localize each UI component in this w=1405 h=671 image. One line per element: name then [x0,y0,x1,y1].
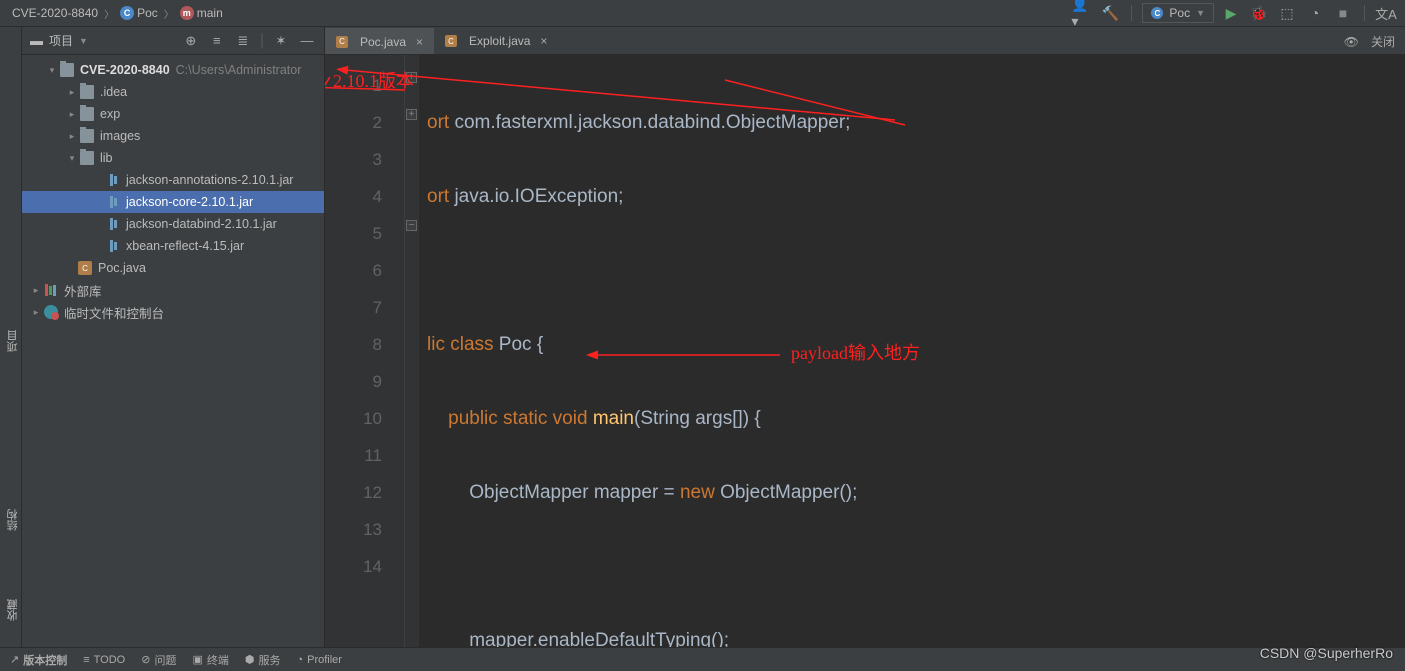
expand-icon[interactable]: ▸ [66,108,78,120]
stop-icon[interactable]: ■ [1332,2,1354,24]
folder-icon [80,107,94,121]
tree-folder-idea[interactable]: ▸.idea [22,81,324,103]
fold-gutter: + + − [405,55,419,647]
project-tool-tab[interactable]: 项目 [5,330,21,352]
run-config-selector[interactable]: C Poc ▼ [1142,3,1214,23]
java-icon: C [78,261,92,275]
fold-icon[interactable]: + [406,109,417,120]
jar-icon [106,195,120,209]
fold-icon[interactable]: + [406,72,417,83]
terminal-tool[interactable]: ▣ 终端 [192,652,228,668]
chevron-icon: 〉 [164,6,174,21]
separator [1364,5,1365,21]
tree-scratches[interactable]: ▸临时文件和控制台 [22,301,324,323]
structure-tool-tab[interactable]: 结构 [5,509,21,531]
toolbar: 👤▾ 🔨 C Poc ▼ ▶ 🐞 ⬚ ◔ ■ 文A [1071,2,1397,24]
main-layout: 项目 结构 收藏 ▬ 项目 ▼ ⊕ ≡ ≣ | ✶ — ▾CVE-2020-88… [0,27,1405,647]
breadcrumb-project[interactable]: CVE-2020-8840 [8,4,102,22]
debug-icon[interactable]: 🐞 [1248,2,1270,24]
jar-icon [106,173,120,187]
jar-icon [106,217,120,231]
folder-icon [80,85,94,99]
profiler-tool[interactable]: ◔ Profiler [296,654,342,666]
java-icon: C [445,35,457,47]
breadcrumb: CVE-2020-8840 〉 CPoc 〉 mmain [8,4,227,22]
libraries-icon [44,283,58,297]
class-icon: C [120,6,134,20]
tab-exploit[interactable]: C Exploit.java × [434,28,558,54]
java-icon: C [336,36,348,48]
navigation-bar: CVE-2020-8840 〉 CPoc 〉 mmain 👤▾ 🔨 C Poc … [0,0,1405,27]
folder-icon [80,151,94,165]
class-icon: C [1151,7,1163,19]
tree-jar-selected[interactable]: jackson-core-2.10.1.jar [22,191,324,213]
panel-title-group[interactable]: ▬ 项目 ▼ [30,32,88,49]
tree-jar[interactable]: xbean-reflect-4.15.jar [22,235,324,257]
todo-tool[interactable]: ≡ TODO [83,654,125,666]
translate-icon[interactable]: 文A [1375,2,1397,24]
hide-icon[interactable]: — [298,32,316,50]
breadcrumb-method[interactable]: mmain [176,4,227,22]
expand-icon[interactable]: ▾ [66,152,78,164]
run-icon[interactable]: ▶ [1220,2,1242,24]
method-icon: m [180,6,194,20]
chevron-icon: 〉 [104,6,114,21]
folder-icon [60,63,74,77]
folder-icon [80,129,94,143]
tree-project-root[interactable]: ▾CVE-2020-8840C:\Users\Administrator [22,59,324,81]
fold-icon[interactable]: − [406,220,417,231]
editor-tabs: C Poc.java × C Exploit.java × [325,27,1405,55]
favorites-tool-tab[interactable]: 收藏 [5,599,21,621]
code-editor[interactable]: 1234567891011121314 + + − ort com.faster… [325,55,1405,647]
panel-tools: ⊕ ≡ ≣ | ✶ — [182,32,316,50]
chevron-down-icon: ▼ [1196,8,1205,18]
tab-poc[interactable]: C Poc.java × [325,28,434,54]
branch-icon: ↗ [10,653,19,666]
separator [1131,5,1132,21]
breadcrumb-class[interactable]: CPoc [116,4,162,22]
tree-folder-exp[interactable]: ▸exp [22,103,324,125]
folder-icon: ▬ [30,33,43,48]
build-icon[interactable]: 🔨 [1099,2,1121,24]
expand-icon[interactable]: ▸ [66,86,78,98]
tree-external-libs[interactable]: ▸外部库 [22,279,324,301]
panel-header: ▬ 项目 ▼ ⊕ ≡ ≣ | ✶ — [22,27,324,55]
close-icon[interactable]: × [416,35,423,49]
reader-mode-icon[interactable]: 👁 [1344,35,1359,49]
jar-icon [106,239,120,253]
scratch-icon [44,305,58,319]
panel-title: 项目 [49,32,73,49]
services-tool[interactable]: ⬢ 服务 [245,652,281,668]
code-body[interactable]: ort com.fasterxml.jackson.databind.Objec… [419,55,1405,647]
expand-icon[interactable]: ▸ [66,130,78,142]
tree-folder-lib[interactable]: ▾lib [22,147,324,169]
expand-icon[interactable]: ▾ [46,64,58,76]
line-numbers: 1234567891011121314 [325,55,405,647]
expand-icon[interactable]: ≡ [208,32,226,50]
expand-icon[interactable]: ▸ [30,306,42,318]
tree-jar[interactable]: jackson-databind-2.10.1.jar [22,213,324,235]
collapse-icon[interactable]: ≣ [234,32,252,50]
tree-folder-images[interactable]: ▸images [22,125,324,147]
editor-controls: 👁 关闭 [1344,33,1395,50]
locate-icon[interactable]: ⊕ [182,32,200,50]
expand-icon[interactable]: ▸ [30,284,42,296]
chevron-down-icon: ▼ [79,36,88,46]
profiler-icon[interactable]: ◔ [1304,2,1326,24]
close-all-button[interactable]: 关闭 [1371,33,1395,50]
close-icon[interactable]: × [540,34,547,48]
coverage-icon[interactable]: ⬚ [1276,2,1298,24]
project-panel: ▬ 项目 ▼ ⊕ ≡ ≣ | ✶ — ▾CVE-2020-8840C:\User… [22,27,325,647]
status-bar: ↗版本控制 ≡ TODO ⊘ 问题 ▣ 终端 ⬢ 服务 ◔ Profiler [0,647,1405,671]
left-tool-gutter: 项目 结构 收藏 [0,27,22,647]
editor-area: C Poc.java × C Exploit.java × 👁 关闭 12345… [325,27,1405,647]
settings-icon[interactable]: ✶ [272,32,290,50]
project-tree: ▾CVE-2020-8840C:\Users\Administrator ▸.i… [22,55,324,327]
tree-jar[interactable]: jackson-annotations-2.10.1.jar [22,169,324,191]
watermark: CSDN @SuperherRo [1260,645,1393,661]
vcs-tool[interactable]: ↗版本控制 [10,652,67,668]
problems-tool[interactable]: ⊘ 问题 [141,652,176,668]
user-icon[interactable]: 👤▾ [1071,2,1093,24]
tree-java-file[interactable]: CPoc.java [22,257,324,279]
